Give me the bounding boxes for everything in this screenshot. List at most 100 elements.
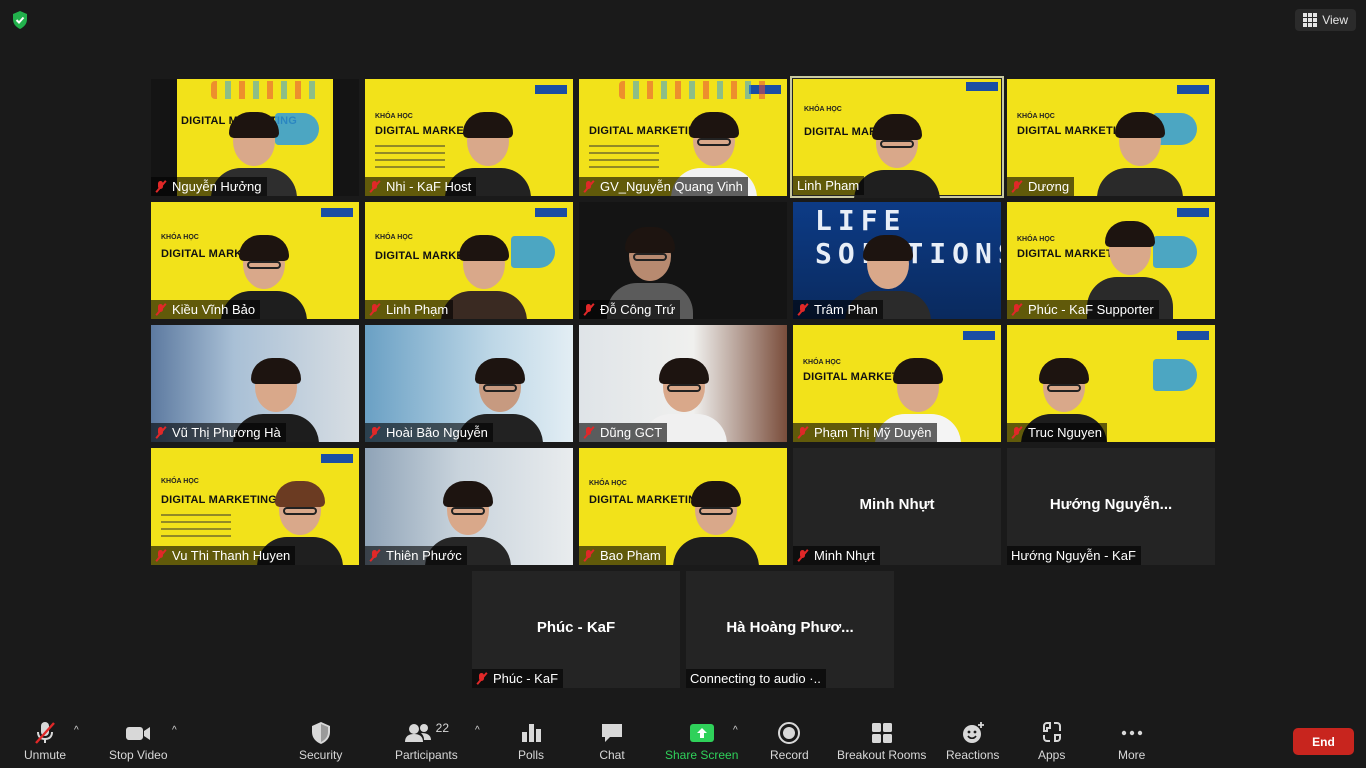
- mic-muted-icon: [369, 303, 381, 316]
- participant-name-bar: Thiên Phước: [365, 546, 467, 565]
- emoji-reaction-icon: [960, 720, 986, 746]
- video-camera-icon: [124, 720, 152, 746]
- mic-muted-icon: [1011, 303, 1023, 316]
- security-shield-icon: [309, 720, 333, 746]
- participant-name-bar: Truc Nguyen: [1007, 423, 1107, 442]
- more-button[interactable]: More: [1118, 720, 1145, 762]
- mic-muted-icon: [155, 549, 167, 562]
- mic-muted-icon: [583, 180, 595, 193]
- participant-name-bar: Phúc - KaF Supporter: [1007, 300, 1159, 319]
- mic-muted-icon: [1011, 426, 1023, 439]
- end-meeting-button[interactable]: End: [1293, 728, 1354, 755]
- participant-video: [673, 481, 759, 565]
- chat-bubble-icon: [599, 720, 625, 746]
- participant-name-bar: Linh Pham: [793, 176, 865, 195]
- apps-button[interactable]: Apps: [1038, 720, 1065, 762]
- video-tile[interactable]: KHÓA HỌC DIGITAL MARKETING Linh Phạm: [365, 202, 573, 319]
- video-tile[interactable]: KHÓA HỌC DIGITAL MARKETING Phạm Thị Mỹ D…: [793, 325, 1001, 442]
- view-label: View: [1322, 13, 1348, 27]
- reactions-button[interactable]: Reactions: [946, 720, 999, 762]
- participant-name-bar: Minh Nhựt: [793, 546, 880, 565]
- share-options-chevron-icon[interactable]: ^: [733, 725, 738, 736]
- mic-muted-icon: [476, 672, 488, 685]
- video-tile-no-video[interactable]: Minh Nhựt Minh Nhựt: [793, 448, 1001, 565]
- participant-video: [441, 235, 527, 319]
- apps-icon: [1039, 720, 1065, 746]
- video-tile[interactable]: KHÓA HỌC DIGITAL MARKETING Phúc - KaF Su…: [1007, 202, 1215, 319]
- participant-name-bar: Nhi - KaF Host: [365, 177, 477, 196]
- participant-display-name: Minh Nhựt: [859, 496, 935, 513]
- participant-video: [854, 114, 940, 198]
- more-dots-icon: [1119, 720, 1145, 746]
- participant-name-bar: Kiều Vĩnh Bảo: [151, 300, 261, 319]
- video-tile[interactable]: KHÓA HỌC DIGITAL MARKETING Nhi - KaF Hos…: [365, 79, 573, 196]
- video-tile[interactable]: Hoài Bão Nguyễn: [365, 325, 573, 442]
- mic-muted-icon: [583, 549, 595, 562]
- participants-button[interactable]: 22 Participants: [395, 720, 458, 762]
- encryption-shield-icon[interactable]: [10, 10, 30, 30]
- participant-name-bar: Nguyễn Hưởng: [151, 177, 267, 196]
- video-tile[interactable]: KHÓA HỌC DIGITAL MARKETING Dương: [1007, 79, 1215, 196]
- meeting-toolbar: Unmute ^ Stop Video ^ Security 22 Partic…: [0, 712, 1366, 768]
- video-tile[interactable]: Truc Nguyen: [1007, 325, 1215, 442]
- mic-muted-icon: [797, 426, 809, 439]
- mic-muted-icon: [797, 303, 809, 316]
- video-tile[interactable]: LIFE SOLUTIONS Trâm Phan: [793, 202, 1001, 319]
- participant-name-bar: Đỗ Công Trứ: [579, 300, 681, 319]
- mic-muted-icon: [155, 180, 167, 193]
- video-tile[interactable]: DIGITAL MARKETING Nguyễn Hưởng: [151, 79, 359, 196]
- video-tile[interactable]: KHÓA HỌC DIGITAL MARKETING Vu Thi Thanh …: [151, 448, 359, 565]
- polls-bar-chart-icon: [519, 720, 543, 746]
- participant-display-name: Phúc - KaF: [536, 619, 616, 636]
- video-tile-no-video[interactable]: Phúc - KaF Phúc - KaF: [472, 571, 680, 688]
- mic-muted-icon: [155, 426, 167, 439]
- video-tile[interactable]: Thiên Phước: [365, 448, 573, 565]
- share-screen-button[interactable]: Share Screen: [665, 720, 738, 762]
- grid-icon: [1303, 13, 1318, 27]
- meeting-top-bar: View: [0, 0, 1366, 40]
- participants-options-chevron-icon[interactable]: ^: [475, 725, 480, 736]
- video-tile-active-speaker[interactable]: KHÓA HỌC DIGITAL MARKETING Linh Pham: [790, 76, 1004, 198]
- participant-name-bar: Vu Thi Thanh Huyen: [151, 546, 296, 565]
- participant-display-name: Hà Hoàng Phươ...: [726, 619, 854, 636]
- mic-muted-icon: [369, 180, 381, 193]
- stop-video-button[interactable]: Stop Video: [109, 720, 168, 762]
- mic-muted-icon: [155, 303, 167, 316]
- participant-name-bar: Phạm Thị Mỹ Duyên: [793, 423, 937, 442]
- participant-name-bar: Bao Pham: [579, 546, 666, 565]
- view-button[interactable]: View: [1295, 9, 1356, 31]
- participant-name-bar: Dương: [1007, 177, 1075, 196]
- participant-name-bar: Phúc - KaF: [472, 669, 564, 688]
- participant-name-bar: Trâm Phan: [793, 300, 883, 319]
- video-tile[interactable]: KHÓA HỌC DIGITAL MARKETING Kiều Vĩnh Bảo: [151, 202, 359, 319]
- participant-name-bar: Dũng GCT: [579, 423, 668, 442]
- video-tile[interactable]: Đỗ Công Trứ: [579, 202, 787, 319]
- record-icon: [776, 720, 802, 746]
- mic-muted-icon: [583, 303, 595, 316]
- security-button[interactable]: Security: [299, 720, 342, 762]
- mic-muted-icon: [32, 720, 58, 746]
- record-button[interactable]: Record: [770, 720, 809, 762]
- video-tile[interactable]: Dũng GCT: [579, 325, 787, 442]
- video-options-chevron-icon[interactable]: ^: [172, 725, 177, 736]
- participant-name-bar: Connecting to audio ·..: [686, 669, 826, 688]
- chat-button[interactable]: Chat: [599, 720, 625, 762]
- mic-muted-icon: [1011, 180, 1023, 193]
- audio-options-chevron-icon[interactable]: ^: [74, 725, 79, 736]
- video-tile[interactable]: KHÓA HỌC DIGITAL MARKETING Bao Pham: [579, 448, 787, 565]
- participant-name-bar: Hoài Bão Nguyễn: [365, 423, 493, 442]
- video-tile-no-video[interactable]: Hà Hoàng Phươ... Connecting to audio ·..: [686, 571, 894, 688]
- participant-display-name: Hướng Nguyễn...: [1049, 496, 1173, 513]
- breakout-rooms-button[interactable]: Breakout Rooms: [837, 720, 926, 762]
- participant-name-bar: GV_Nguyễn Quang Vinh: [579, 177, 748, 196]
- participant-video: [1097, 112, 1183, 196]
- video-tile-no-video[interactable]: Hướng Nguyễn... Hướng Nguyễn - KaF: [1007, 448, 1215, 565]
- mic-muted-icon: [369, 549, 381, 562]
- video-tile[interactable]: Vũ Thị Phương Hà: [151, 325, 359, 442]
- mic-muted-icon: [797, 549, 809, 562]
- participant-name-bar: Vũ Thị Phương Hà: [151, 423, 286, 442]
- polls-button[interactable]: Polls: [518, 720, 544, 762]
- video-tile[interactable]: DIGITAL MARKETING GV_Nguyễn Quang Vinh: [579, 79, 787, 196]
- mic-muted-icon: [583, 426, 595, 439]
- unmute-button[interactable]: Unmute: [24, 720, 66, 762]
